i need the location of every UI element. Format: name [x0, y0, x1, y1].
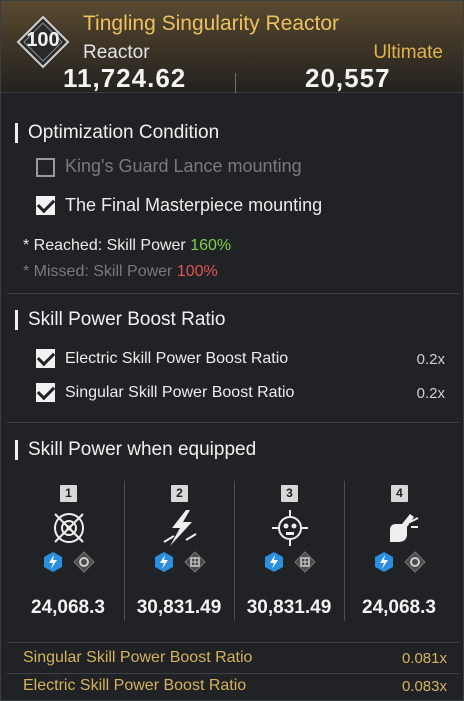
skill-column-2[interactable]: 2 30,831.49 — [124, 485, 234, 625]
skill-power-value: 30,831.49 — [136, 597, 222, 618]
skull-burst-skill-icon — [272, 510, 308, 546]
bottom-label-singular: Singular Skill Power Boost Ratio — [23, 649, 253, 666]
skill-column-1[interactable]: 1 24,068.3 — [13, 485, 123, 625]
skill-power-value: 30,831.49 — [246, 597, 332, 618]
boost-title: Skill Power Boost Ratio — [15, 310, 225, 330]
item-tooltip-panel: 100 Tingling Singularity Reactor Reactor… — [0, 0, 464, 701]
bottom-label-electric: Electric Skill Power Boost Ratio — [23, 677, 247, 694]
boost-checkbox-electric[interactable] — [36, 349, 55, 368]
boost-label-singular: Singular Skill Power Boost Ratio — [65, 384, 295, 401]
skill-slot-number: 2 — [171, 485, 188, 502]
condition-label-masterpiece: The Final Masterpiece mounting — [65, 195, 323, 215]
skill-slot-number: 3 — [281, 485, 298, 502]
electric-element-icon — [155, 552, 173, 572]
reached-note: * Reached: Skill Power 160% — [23, 237, 231, 255]
boost-label-electric: Electric Skill Power Boost Ratio — [65, 350, 289, 367]
item-title: Tingling Singularity Reactor — [83, 12, 340, 35]
bottom-value-singular: 0.081x — [401, 650, 447, 667]
reached-value: 160% — [190, 237, 232, 254]
boost-value-singular: 0.2x — [416, 385, 445, 402]
skill-power-value: 24,068.3 — [362, 597, 436, 618]
lightning-strike-skill-icon — [163, 510, 197, 546]
singular-element-icon — [73, 551, 95, 573]
item-type: Reactor — [83, 42, 150, 63]
section-divider — [7, 422, 459, 423]
skill-column-3[interactable]: 3 30,831.49 — [234, 485, 344, 625]
condition-label-lance: King's Guard Lance mounting — [65, 156, 302, 176]
skill-power-value: 24,068.3 — [31, 597, 105, 618]
reached-prefix: * Reached: Skill Power — [23, 237, 191, 254]
item-header: 100 Tingling Singularity Reactor Reactor… — [1, 1, 463, 93]
condition-checkbox-masterpiece[interactable] — [36, 196, 55, 215]
hand-blast-skill-icon — [390, 514, 419, 542]
section-divider — [7, 293, 459, 294]
missed-prefix: * Missed: Skill Power — [23, 263, 177, 280]
bottom-value-electric: 0.083x — [401, 678, 447, 695]
missed-note: * Missed: Skill Power 100% — [23, 263, 218, 281]
target-skill-icon — [54, 513, 84, 543]
skill-slot-number: 4 — [391, 485, 408, 502]
skill-slot-number: 1 — [60, 485, 77, 502]
singular-element-icon — [404, 551, 426, 573]
stat-left-value: 11,724.62 — [63, 63, 187, 93]
electric-element-icon — [375, 552, 393, 572]
condition-checkbox-lance[interactable] — [36, 158, 55, 177]
equipped-title: Skill Power when equipped — [15, 440, 256, 460]
grid-element-icon — [184, 551, 206, 573]
level-badge: 100 — [16, 15, 70, 69]
boost-checkbox-singular[interactable] — [36, 383, 55, 402]
electric-element-icon — [265, 552, 283, 572]
bottom-row-electric: Electric Skill Power Boost Ratio 0.083x — [7, 674, 459, 700]
section-divider — [7, 642, 459, 643]
stat-divider — [235, 73, 236, 93]
missed-value: 100% — [176, 263, 218, 280]
skill-column-4[interactable]: 4 24,068.3 — [344, 485, 454, 625]
electric-element-icon — [44, 552, 62, 572]
stat-right-value: 20,557 — [305, 63, 391, 93]
bottom-row-singular: Singular Skill Power Boost Ratio 0.081x — [7, 646, 459, 672]
boost-value-electric: 0.2x — [416, 351, 445, 368]
level-value: 100 — [26, 29, 60, 51]
grid-element-icon — [294, 551, 316, 573]
optimization-title: Optimization Condition — [15, 123, 219, 143]
item-grade: Ultimate — [373, 42, 443, 63]
